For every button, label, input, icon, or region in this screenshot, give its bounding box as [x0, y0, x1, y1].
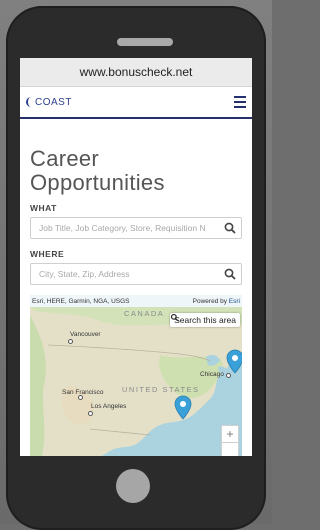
map-pin-icon[interactable]: [226, 349, 242, 374]
job-map[interactable]: Esri, HERE, Garmin, NGA, USGS Powered by…: [30, 295, 242, 456]
page-title-line2: Opportunities: [30, 170, 165, 195]
site-header: COAST: [20, 87, 252, 119]
hamburger-bar: [234, 101, 246, 103]
map-label-canada: CANADA: [124, 309, 165, 318]
map-attribution: Esri, HERE, Garmin, NGA, USGS Powered by…: [30, 295, 242, 307]
map-label-chicago: Chicago: [200, 371, 224, 378]
where-field: [30, 263, 242, 285]
main-content: Career Opportunities WHAT WHERE Esri, HE…: [20, 147, 252, 456]
city-marker: [88, 411, 93, 416]
hamburger-bar: [234, 96, 246, 98]
powered-by-text: Powered by: [192, 297, 227, 305]
map-label-los-angeles: Los Angeles: [91, 403, 127, 410]
search-this-area-label: Search this area: [174, 315, 236, 325]
logo-text: COAST: [35, 96, 72, 108]
hamburger-menu-icon[interactable]: [234, 96, 246, 108]
what-field: [30, 217, 242, 239]
where-input[interactable]: [37, 268, 229, 280]
map-attribution-text: Esri, HERE, Garmin, NGA, USGS: [32, 297, 130, 305]
page-title: Career Opportunities: [30, 147, 242, 195]
map-label-vancouver: Vancouver: [70, 331, 101, 338]
site-logo[interactable]: COAST: [26, 97, 72, 108]
map-pin-icon[interactable]: [174, 395, 192, 420]
city-marker: [68, 339, 73, 344]
url-text: www.bonuscheck.net: [79, 65, 193, 79]
powered-by[interactable]: Powered by Esri: [193, 298, 240, 305]
what-search-icon[interactable]: [223, 221, 237, 235]
where-search-icon[interactable]: [223, 267, 237, 281]
page-title-line1: Career: [30, 146, 100, 171]
zoom-in-button[interactable]: +: [221, 425, 239, 443]
map-label-united-states: UNITED STATES: [122, 385, 200, 394]
logo-swoosh-icon: [26, 97, 34, 107]
what-label: WHAT: [30, 203, 57, 213]
hamburger-bar: [234, 106, 246, 108]
phone-speaker: [117, 38, 173, 46]
search-icon: [171, 313, 179, 322]
map-label-san-francisco: San Francisco: [62, 389, 104, 396]
where-label: WHERE: [30, 249, 65, 259]
address-bar[interactable]: www.bonuscheck.net: [20, 58, 252, 87]
zoom-out-button[interactable]: [221, 442, 239, 456]
search-this-area-button[interactable]: Search this area: [170, 313, 240, 327]
phone-screen: www.bonuscheck.net COAST Career Opportun…: [20, 58, 252, 456]
powered-by-brand: Esri: [228, 297, 240, 305]
phone-home-button[interactable]: [116, 469, 150, 503]
what-input[interactable]: [37, 222, 229, 234]
